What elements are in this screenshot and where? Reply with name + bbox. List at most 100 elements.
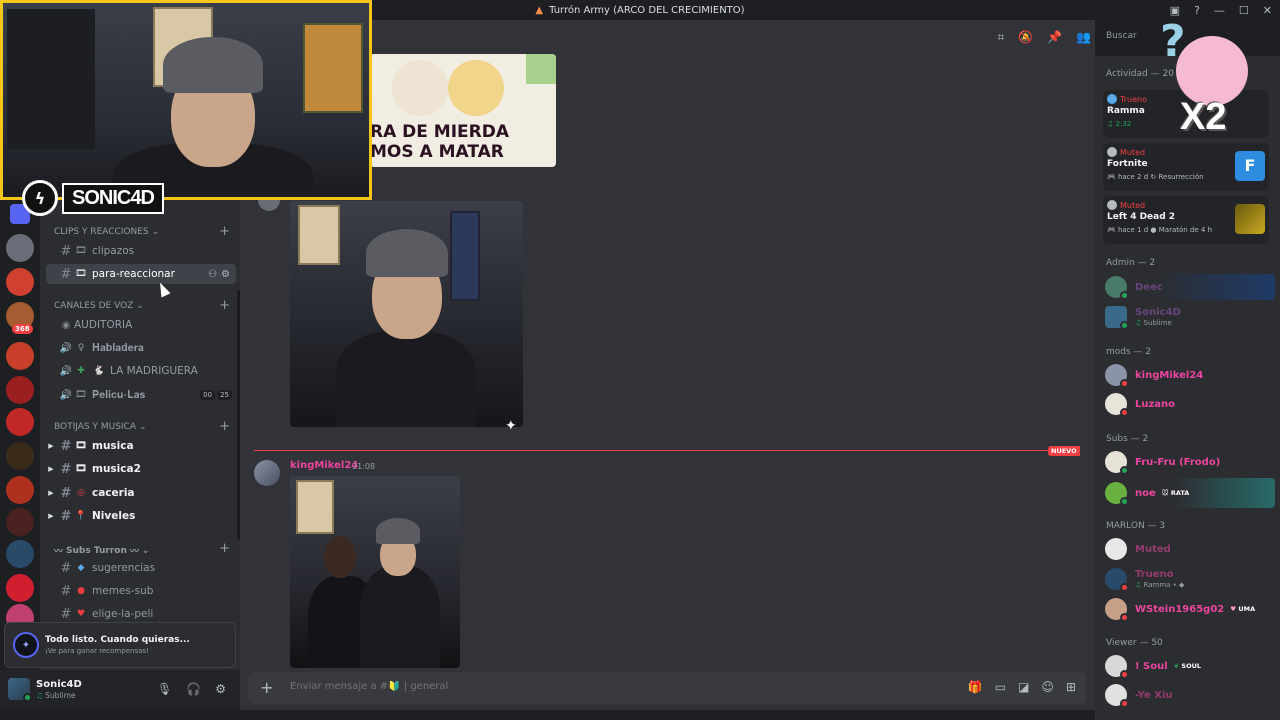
group-header-admin: Admin — 2 xyxy=(1106,258,1156,268)
add-channel-button[interactable]: + xyxy=(219,542,230,555)
category-voice[interactable]: CANALES DE VOZ ⌄ xyxy=(54,301,144,311)
dnd-status-dot xyxy=(1120,583,1129,592)
message-author[interactable]: kingMikel24 xyxy=(290,460,358,471)
channel-musica[interactable]: ▶ # 🎞 musica xyxy=(46,436,236,456)
channel-madriguera[interactable]: 🔊 ✚ 🐇 LA MADRIGUERA xyxy=(46,361,236,381)
online-status-dot xyxy=(1120,321,1129,330)
activity-title: Fortnite xyxy=(1107,159,1148,169)
apps-icon[interactable]: ⊞ xyxy=(1066,680,1076,694)
member-item[interactable]: kingMikel24 xyxy=(1105,362,1275,388)
invite-icon[interactable]: ⚇ xyxy=(208,269,217,280)
server-icon[interactable] xyxy=(6,508,34,536)
channel-sugerencias[interactable]: # ◆ sugerencias xyxy=(46,558,236,578)
channel-label: elige-la-peli xyxy=(92,608,154,620)
beanie-shape xyxy=(366,229,448,277)
pin-icon[interactable]: 📌 xyxy=(1047,30,1062,45)
server-icon[interactable] xyxy=(6,268,34,296)
close-button[interactable]: ✕ xyxy=(1263,4,1272,17)
channel-elige-la-peli[interactable]: # ♥ elige-la-peli xyxy=(46,604,236,624)
avatar xyxy=(1105,276,1129,300)
gift-icon[interactable]: 🎁 xyxy=(968,680,983,694)
member-item[interactable]: Deec xyxy=(1105,274,1275,300)
channel-musica2[interactable]: ▶ # 🎞 musica2 xyxy=(46,459,236,479)
member-item[interactable]: Sonic4D ♫ Sublime xyxy=(1105,304,1275,330)
sticker-icon[interactable]: ◪ xyxy=(1018,680,1029,694)
server-icon[interactable] xyxy=(6,376,34,404)
member-item[interactable]: WStein1965g02 ♥ UMA xyxy=(1105,596,1275,622)
server-icon[interactable] xyxy=(6,574,34,602)
add-channel-button[interactable]: + xyxy=(219,225,230,238)
activity-card[interactable]: Muted Fortnite 🎮 hace 2 d ↻ Resurrección… xyxy=(1103,143,1269,191)
category-clips[interactable]: CLIPS Y REACCIONES ⌄ xyxy=(54,227,159,237)
mascot-overlay: ? X2 xyxy=(1158,16,1258,146)
rewards-promo[interactable]: ✦ Todo listo. Cuando quieras... ¡Ve para… xyxy=(4,622,236,668)
channel-niveles[interactable]: ▶ # 📍 Niveles xyxy=(46,506,236,526)
server-icon[interactable] xyxy=(6,234,34,262)
avatar[interactable] xyxy=(8,678,32,702)
music-note-icon: ♫ xyxy=(1135,581,1142,589)
channel-para-reaccionar[interactable]: # 🎞 para-reaccionar ⚇ ⚙ xyxy=(46,264,236,284)
chevron-down-icon: ⌄ xyxy=(141,545,150,556)
manga-poster xyxy=(303,23,363,113)
film-icon: 🎞 xyxy=(75,246,87,256)
channel-caceria[interactable]: ▶ # ◎ caceria xyxy=(46,483,236,503)
member-tag: 🐭 RATA xyxy=(1159,489,1192,497)
photo-attachment[interactable] xyxy=(290,201,523,427)
activity-card[interactable]: Muted Left 4 Dead 2 🎮 hace 1 d ● Maratón… xyxy=(1103,196,1269,244)
channel-habladera[interactable]: 🔊 ♀ 𝐇𝐚𝐛𝐥𝐚𝐝𝐞𝐫𝐚 xyxy=(46,338,236,358)
member-item[interactable]: -Ye Xiu xyxy=(1105,682,1275,708)
speaker-icon: 🔊 xyxy=(59,389,73,401)
shelf-shape xyxy=(7,9,95,149)
add-channel-button[interactable]: + xyxy=(219,299,230,312)
chick-drawing xyxy=(392,60,448,116)
microphone-icon[interactable]: 🎙 xyxy=(157,682,172,696)
photo-attachment[interactable] xyxy=(290,476,460,668)
server-icon[interactable] xyxy=(6,442,34,470)
members-icon[interactable]: 👥 xyxy=(1076,30,1091,45)
beanie-shape xyxy=(163,37,263,93)
pin-icon: 📍 xyxy=(75,511,87,521)
server-icon[interactable] xyxy=(6,342,34,370)
category-subs[interactable]: 〰 Subs Turron 〰 ⌄ xyxy=(54,544,150,558)
add-channel-button[interactable]: + xyxy=(219,420,230,433)
member-item[interactable]: noe 🐭 RATA xyxy=(1105,478,1275,508)
wanted-poster xyxy=(298,205,340,265)
member-item[interactable]: Muted xyxy=(1105,536,1275,562)
member-item[interactable]: ! Soul ❦ SOUL xyxy=(1105,653,1275,679)
category-bots[interactable]: BOTIJAS Y MUSICA ⌄ xyxy=(54,422,147,432)
channel-pelicu-las[interactable]: 🔊 🎞 𝐏𝐞𝐥𝐢𝐜𝐮-𝐋𝐚𝐬 00 25 xyxy=(46,385,236,405)
threads-icon[interactable]: ⌗ xyxy=(997,30,1004,45)
text-channel-icon: # xyxy=(60,266,72,282)
avatar[interactable] xyxy=(254,460,280,486)
meme-image-attachment[interactable]: RA DE MIERDA MOS A MATAR xyxy=(370,54,556,167)
server-icon[interactable] xyxy=(6,408,34,436)
maximize-button[interactable]: ☐ xyxy=(1239,4,1249,17)
inbox-icon[interactable]: ▣ xyxy=(1170,4,1180,17)
lightning-icon: ϟ xyxy=(22,180,58,216)
channel-clipazos[interactable]: # 🎞 clipazos xyxy=(46,241,236,261)
server-icon[interactable] xyxy=(6,540,34,568)
film-icon: 🎞 xyxy=(75,464,87,474)
mute-bell-icon[interactable]: 🔕 xyxy=(1018,30,1033,45)
headphones-icon[interactable]: 🎧 xyxy=(186,682,201,696)
settings-gear-icon[interactable]: ⚙ xyxy=(215,682,226,696)
channel-label: caceria xyxy=(92,487,135,499)
minimize-button[interactable]: — xyxy=(1214,4,1225,17)
channel-label: memes-sub xyxy=(92,585,154,597)
channel-sidebar: CLIPS Y REACCIONES ⌄ + # 🎞 clipazos # 🎞 para-… xyxy=(40,200,240,670)
channel-memes-sub[interactable]: # ● memes-sub xyxy=(46,581,236,601)
channel-label: Niveles xyxy=(92,510,136,522)
speaker-icon: 🔊 xyxy=(59,365,73,377)
settings-gear-icon[interactable]: ⚙ xyxy=(221,269,230,280)
channel-auditoria[interactable]: ◉ AUDITORIA xyxy=(46,315,236,335)
emoji-icon[interactable]: ☺ xyxy=(1041,680,1054,694)
gamepad-icon: 🎮 xyxy=(1107,173,1116,181)
gif-icon[interactable]: ▭ xyxy=(995,680,1006,694)
server-icon[interactable] xyxy=(6,476,34,504)
message-input[interactable] xyxy=(290,681,890,692)
member-item[interactable]: Trueno ♫ Ramma • ◆ xyxy=(1105,566,1275,592)
help-icon[interactable]: ? xyxy=(1194,4,1200,17)
member-item[interactable]: Luzano xyxy=(1105,391,1275,417)
add-attachment-button[interactable]: + xyxy=(260,678,273,697)
member-item[interactable]: Fru-Fru (Frodo) xyxy=(1105,449,1275,475)
